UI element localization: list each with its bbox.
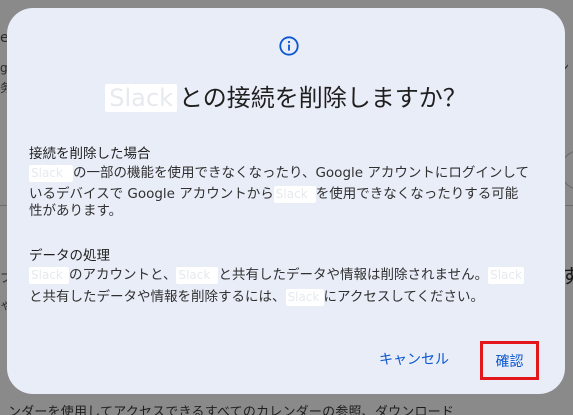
body-text: のアカウントと、 <box>69 267 177 283</box>
remove-connection-dialog: Slack との接続を削除しますか？ 接続を削除した場合 Slack の一部の機能を… <box>7 8 565 394</box>
redacted-app-name: Slack <box>488 267 525 284</box>
redacted-app-name: Slack <box>29 267 69 284</box>
redacted-app-name: Slack <box>176 267 219 284</box>
background-permission-text: ンダーを使用してアクセスできるすべてのカレンダーの参照、ダウンロード <box>8 405 455 415</box>
body-text: を使用できなくなったりする可能 <box>315 186 519 202</box>
section-heading-data: データの処理 <box>29 248 110 264</box>
section-remove-line: 性があります。 <box>29 203 123 219</box>
body-text: の一部の機能を使用できなくなったり、Google アカウントにログインして <box>73 165 529 181</box>
section-data-line: Slack のアカウントと、 Slack と共有したデータや情報は削除されません。 Sl… <box>29 267 525 284</box>
redacted-app-name: Slack <box>285 289 324 306</box>
dialog-title-text: との接続を削除しますか？ <box>178 84 467 112</box>
body-text: にアクセスしてください。 <box>323 289 485 305</box>
body-text: いるデバイスで Google アカウントから <box>29 186 274 202</box>
redacted-app-name: Slack <box>273 186 316 203</box>
confirm-button[interactable]: 確認 <box>480 341 539 380</box>
body-text: と共有したデータや情報は削除されません。 <box>218 267 489 283</box>
section-data-line: と共有したデータや情報を削除するには、 Slack にアクセスしてください。 <box>29 289 484 306</box>
body-text: と共有したデータや情報を削除するには、 <box>29 289 286 305</box>
section-remove-line: Slack の一部の機能を使用できなくなったり、Google アカウントにログイン… <box>29 165 529 182</box>
section-heading-remove: 接続を削除した場合 <box>29 146 151 162</box>
section-remove-line: いるデバイスで Google アカウントから Slack を使用できなくなったりする… <box>29 186 518 203</box>
redacted-app-name: Slack <box>29 165 73 182</box>
redacted-app-name: Slack <box>105 84 177 112</box>
cancel-button[interactable]: キャンセル <box>379 349 449 369</box>
info-icon <box>279 36 299 56</box>
dialog-title: Slack との接続を削除しますか？ <box>7 78 565 113</box>
